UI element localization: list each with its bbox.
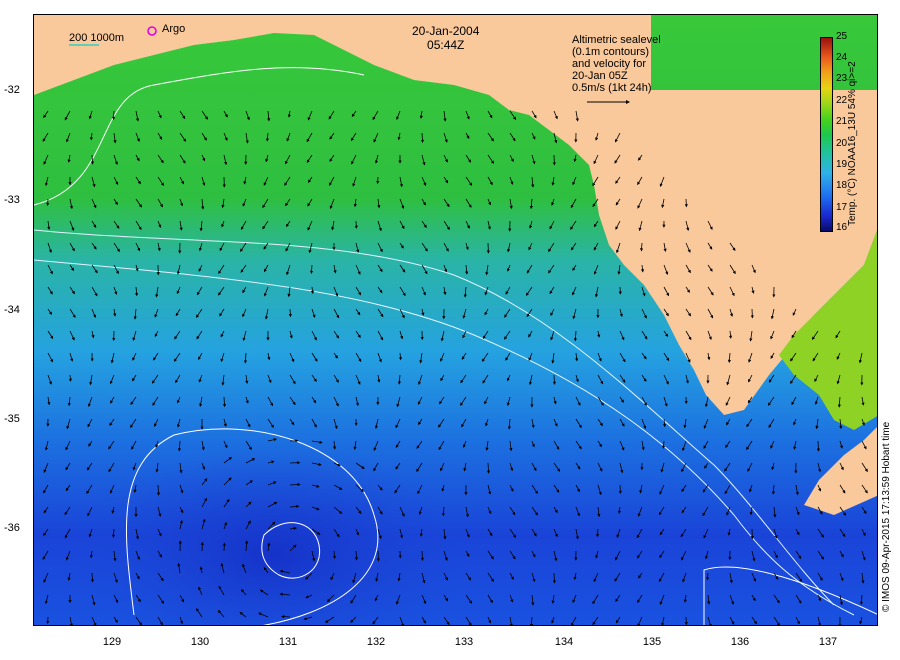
colorbar-tick: 18: [836, 180, 848, 191]
colorbar-tick: 24: [836, 52, 848, 63]
velocity-arrow: [816, 440, 820, 452]
velocity-arrow: [376, 550, 380, 562]
argo-legend-label: Argo: [162, 23, 186, 35]
y-tick-label: -32: [4, 84, 20, 96]
colorbar-tick: 20: [836, 138, 848, 149]
velocity-legend-line: Altimetric sealevel: [572, 34, 661, 46]
velocity-legend-line: and velocity for: [572, 58, 646, 70]
y-tick-label: -35: [4, 413, 20, 425]
velocity-legend-line: (0.1m contours): [572, 46, 650, 58]
credit-text: © IMOS 09-Apr-2015 17:13:59 Hobart time: [881, 421, 892, 612]
depth-legend-label: 200 1000m: [69, 32, 125, 44]
timestamp: 20-Jan-2004 05:44Z: [412, 24, 479, 52]
map-canvas: [34, 15, 877, 625]
y-tick-label: -33: [4, 194, 20, 206]
x-tick-label: 131: [278, 636, 298, 648]
y-tick-label: -34: [4, 304, 20, 316]
x-tick-label: 133: [454, 636, 474, 648]
colorbar-tick: 22: [836, 95, 848, 106]
velocity-arrow: [288, 308, 292, 318]
x-tick-label: 134: [554, 636, 574, 648]
velocity-legend-line: 0.5m/s (1kt 24h): [572, 82, 652, 94]
temperature-colorbar: [820, 37, 833, 232]
x-tick-label: 129: [102, 636, 122, 648]
colorbar-tick: 17: [836, 202, 848, 213]
colorbar-tick: 23: [836, 73, 848, 84]
date-label: 20-Jan-2004: [412, 24, 480, 38]
colorbar-tick: 19: [836, 159, 848, 170]
velocity-arrow: [420, 550, 424, 561]
time-label: 05:44Z: [427, 38, 465, 52]
x-tick-label: 135: [642, 636, 662, 648]
velocity-legend-line: 20-Jan 05Z: [572, 70, 628, 82]
x-tick-label: 130: [190, 636, 210, 648]
velocity-arrow: [281, 615, 291, 619]
velocity-arrow: [552, 572, 556, 584]
colorbar-tick: 16: [836, 222, 848, 233]
velocity-arrow: [552, 374, 556, 385]
x-tick-label: 132: [366, 636, 386, 648]
colorbar-title: Temp. (°C) NOAA16_13U 54% qi>=2: [847, 61, 858, 226]
velocity-legend: Altimetric sealevel (0.1m contours) and …: [572, 34, 661, 94]
colorbar-tick: 21: [836, 116, 848, 127]
sst-map[interactable]: [33, 14, 878, 626]
velocity-arrow: [112, 110, 116, 120]
colorbar-tick: 25: [836, 31, 848, 42]
x-tick-label: 137: [818, 636, 838, 648]
y-tick-label: -36: [4, 522, 20, 534]
x-tick-label: 136: [730, 636, 750, 648]
